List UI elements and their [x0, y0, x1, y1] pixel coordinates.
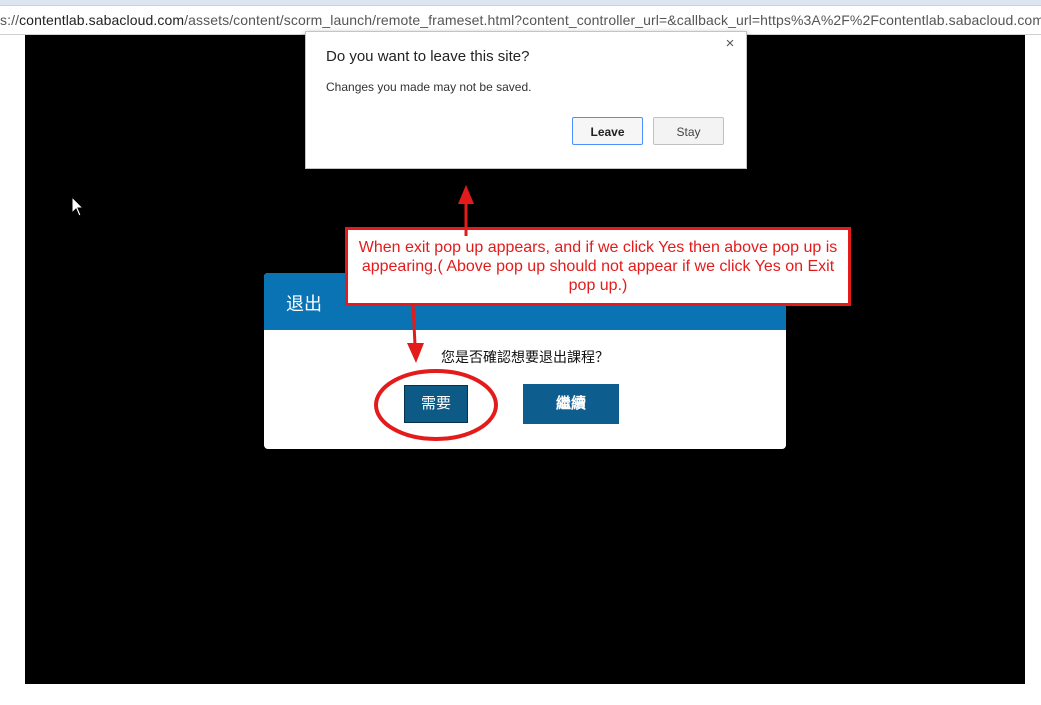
close-icon[interactable]: × [722, 36, 738, 52]
left-gutter [0, 35, 25, 705]
leave-dialog-message: Changes you made may not be saved. [326, 80, 532, 94]
url-prefix: s:// [0, 12, 20, 28]
leave-site-dialog: Do you want to leave this site? Changes … [305, 31, 747, 169]
exit-yes-button[interactable]: 需要 [404, 385, 468, 423]
url-host: contentlab.sabacloud.com [19, 12, 185, 28]
address-url: s://contentlab.sabacloud.com/assets/cont… [0, 12, 1041, 28]
exit-continue-button[interactable]: 繼續 [523, 384, 619, 424]
leave-dialog-title: Do you want to leave this site? [326, 48, 530, 65]
exit-dialog-question: 您是否確認想要退出課程？ [441, 349, 609, 365]
mouse-pointer-icon [71, 196, 85, 217]
annotation-note: When exit pop up appears, and if we clic… [345, 227, 851, 306]
leave-button[interactable]: Leave [572, 117, 643, 145]
stay-button[interactable]: Stay [653, 117, 724, 145]
exit-dialog-title: 退出 [286, 294, 322, 314]
url-path: /assets/content/scorm_launch/remote_fram… [184, 12, 1041, 28]
